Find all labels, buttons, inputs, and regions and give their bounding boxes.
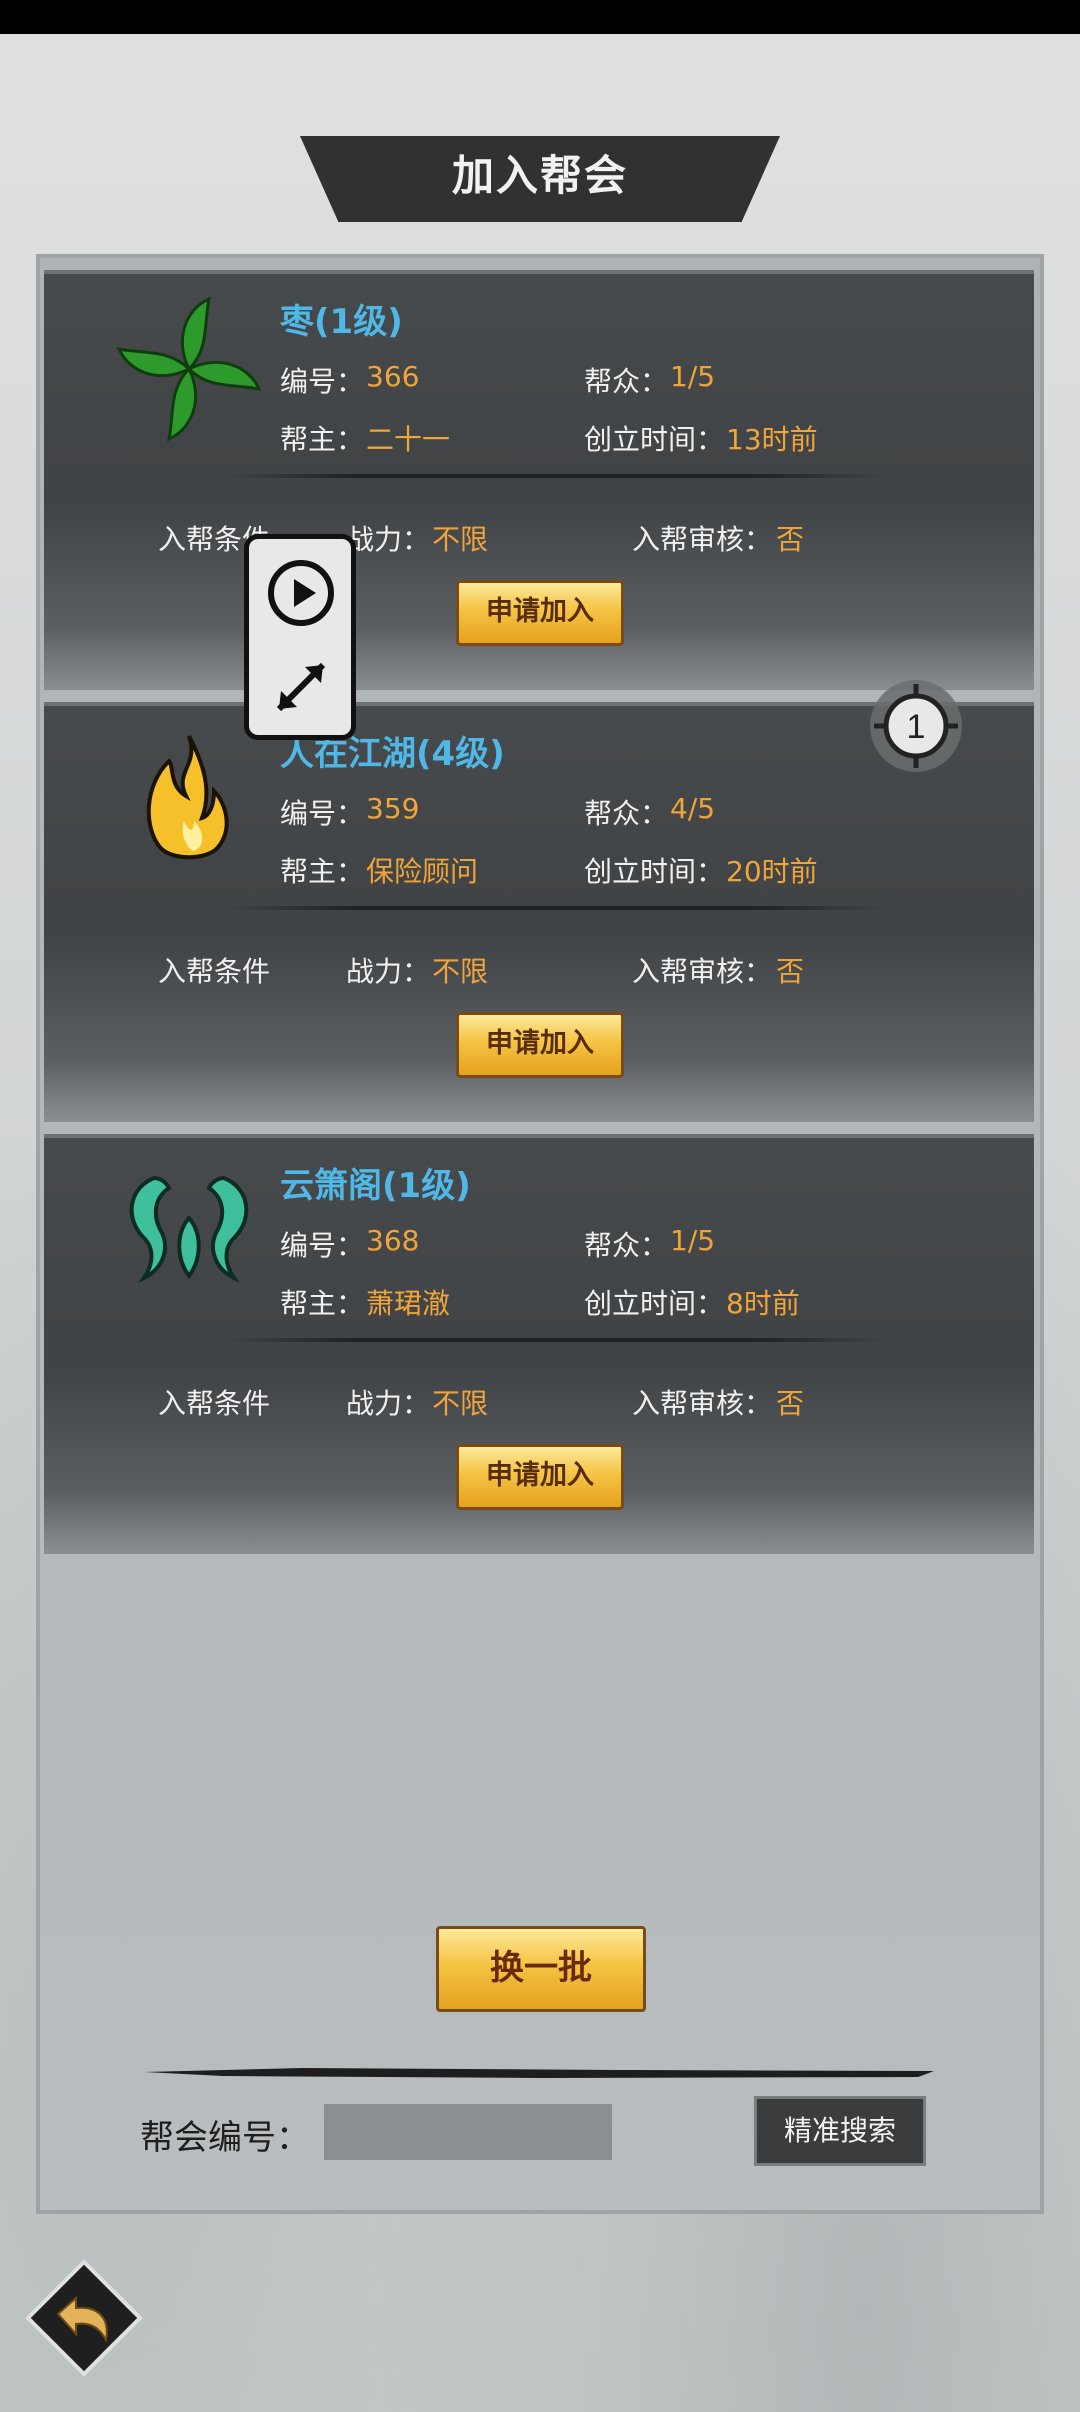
leader-label: 帮主： (280, 855, 365, 888)
guild-power: 不限 (432, 523, 489, 556)
review-label: 入帮审核： (632, 955, 773, 988)
id-label: 编号： (280, 1229, 365, 1262)
guild-name: 云箫阁(1级) (280, 1166, 471, 1206)
target-badge: 1 (907, 708, 926, 746)
members-label: 帮众： (584, 365, 669, 398)
search-label: 帮会编号： (140, 2118, 310, 2158)
divider (224, 474, 884, 478)
back-icon[interactable] (24, 2258, 144, 2378)
members-label: 帮众： (584, 1229, 669, 1262)
target-icon[interactable]: 1 (866, 676, 966, 776)
refresh-batch-button[interactable]: 换一批 (436, 1926, 646, 2012)
status-bar (0, 0, 1080, 34)
created-label: 创立时间： (584, 1287, 725, 1320)
play-icon[interactable] (265, 557, 337, 629)
created-label: 创立时间： (584, 855, 725, 888)
guild-members: 1/5 (670, 360, 716, 393)
guild-id-input[interactable] (324, 2104, 612, 2160)
id-label: 编号： (280, 365, 365, 398)
conditions-label: 入帮条件 (158, 955, 271, 988)
power-label: 战力： (346, 1387, 431, 1420)
power-label: 战力： (346, 523, 431, 556)
guild-id: 359 (366, 792, 420, 825)
guild-review: 否 (776, 523, 805, 556)
guild-review: 否 (776, 955, 805, 988)
flame-emblem-icon (146, 735, 229, 860)
guild-power: 不限 (432, 1387, 489, 1420)
page-title: 加入帮会 (451, 151, 628, 200)
guild-leader: 二十一 (366, 423, 451, 456)
power-label: 战力： (346, 955, 431, 988)
guild-leader: 萧珺澈 (366, 1287, 451, 1320)
guild-name: 枣(1级) (280, 302, 403, 342)
precise-search-button[interactable]: 精准搜索 (754, 2096, 926, 2166)
review-label: 入帮审核： (632, 523, 773, 556)
apply-button[interactable]: 申请加入 (456, 1012, 624, 1078)
guild-members: 1/5 (670, 1224, 716, 1257)
conditions-label: 入帮条件 (158, 1387, 271, 1420)
guild-card: 云箫阁(1级) 编号： 368 帮众： 1/5 帮主： 萧珺澈 创立时间： 8时… (44, 1134, 1034, 1554)
divider (224, 906, 884, 910)
leader-label: 帮主： (280, 423, 365, 456)
guild-review: 否 (776, 1387, 805, 1420)
created-label: 创立时间： (584, 423, 725, 456)
guild-created: 13时前 (726, 423, 818, 456)
swirl-emblem-icon (129, 1175, 249, 1284)
guild-leader: 保险顾问 (366, 855, 479, 888)
expand-icon[interactable] (265, 651, 337, 723)
leader-label: 帮主： (280, 1287, 365, 1320)
review-label: 入帮审核： (632, 1387, 773, 1420)
apply-button[interactable]: 申请加入 (456, 1444, 624, 1510)
divider (224, 1338, 884, 1342)
guild-card: 枣(1级) 编号： 366 帮众： 1/5 帮主： 二十一 创立时间： 13时前… (44, 270, 1034, 690)
guild-created: 20时前 (726, 855, 818, 888)
members-label: 帮众： (584, 797, 669, 830)
apply-button[interactable]: 申请加入 (456, 580, 624, 646)
guild-created: 8时前 (726, 1287, 800, 1320)
clover-emblem-icon (116, 296, 262, 442)
guild-members: 4/5 (670, 792, 716, 825)
id-label: 编号： (280, 797, 365, 830)
floating-control-panel (244, 534, 356, 740)
guild-id: 368 (366, 1224, 420, 1257)
guild-id: 366 (366, 360, 420, 393)
guild-power: 不限 (432, 955, 489, 988)
